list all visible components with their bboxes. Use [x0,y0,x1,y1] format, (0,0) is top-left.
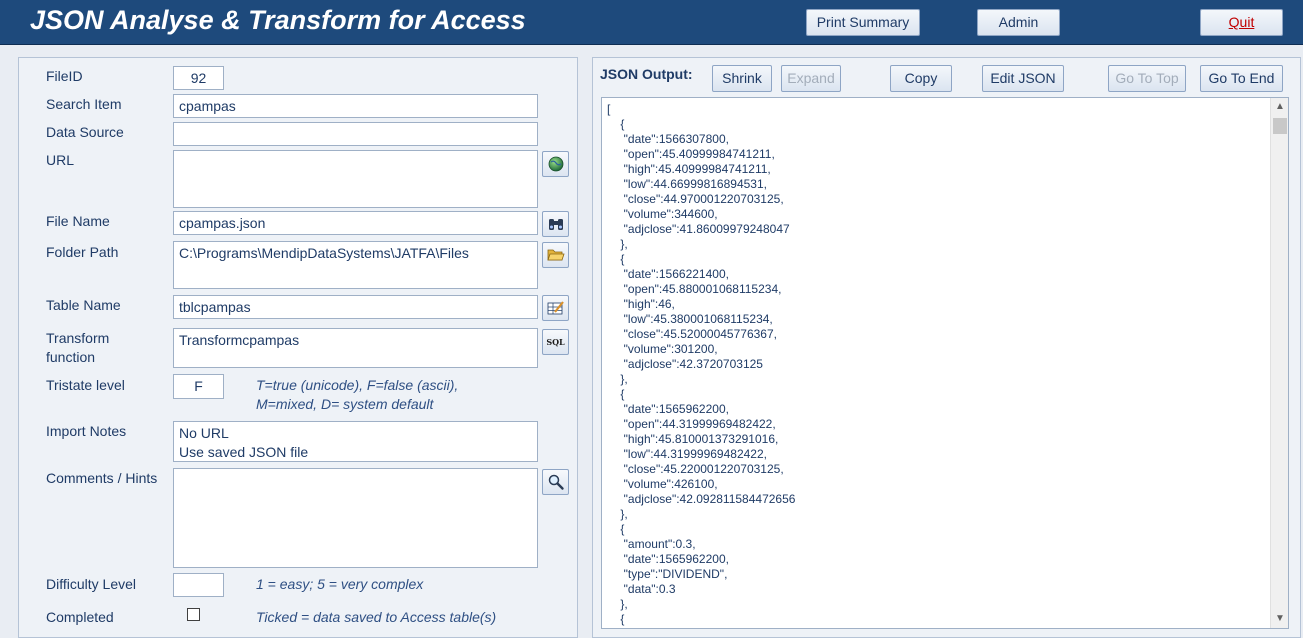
browse-folder-button[interactable] [542,242,569,268]
comments-label: Comments / Hints [46,470,158,486]
search-item-field[interactable]: cpampas [173,94,538,118]
table-edit-icon [547,301,564,315]
folder-path-label: Folder Path [46,244,119,260]
json-scrollbar[interactable]: ▲ ▼ [1270,98,1288,628]
globe-icon [548,156,563,172]
file-id-label: FileID [46,68,83,84]
tristate-hint: T=true (unicode), F=false (ascii), M=mix… [256,377,459,412]
copy-button[interactable]: Copy [890,65,952,92]
admin-button[interactable]: Admin [977,9,1060,36]
difficulty-label: Difficulty Level [46,576,137,592]
binoculars-icon [548,219,563,230]
file-id-field[interactable]: 92 [173,66,224,90]
scroll-down-arrow-icon[interactable]: ▼ [1275,614,1285,624]
sql-icon: SQL [546,337,565,347]
difficulty-hint: 1 = easy; 5 = very complex [256,576,424,592]
print-summary-button[interactable]: Print Summary [806,9,920,36]
go-to-end-button[interactable]: Go To End [1200,65,1283,92]
data-source-field[interactable] [173,122,538,146]
edit-json-button[interactable]: Edit JSON [982,65,1064,92]
file-name-label: File Name [46,213,110,229]
completed-hint: Ticked = data saved to Access table(s) [256,609,497,625]
magnifier-icon [548,474,564,490]
browse-file-button[interactable] [542,211,569,237]
title-bar: JSON Analyse & Transform for Access Prin… [0,0,1303,45]
import-notes-label: Import Notes [46,423,127,439]
shrink-button[interactable]: Shrink [712,65,772,92]
url-field[interactable] [173,150,538,208]
json-output-text: [ { "date":1566307800, "open":45.4099998… [607,102,796,626]
zoom-comments-button[interactable] [542,469,569,495]
scroll-thumb[interactable] [1273,118,1287,134]
transform-function-field[interactable]: Transformcpampas [173,328,538,368]
table-edit-button[interactable] [542,295,569,321]
search-item-label: Search Item [46,96,122,112]
tristate-label: Tristate level [46,377,125,393]
sql-button[interactable]: SQL [542,329,569,355]
url-label: URL [46,152,75,168]
app-title: JSON Analyse & Transform for Access [30,5,526,35]
folder-open-icon [546,249,565,261]
file-name-field[interactable]: cpampas.json [173,211,538,235]
tristate-field[interactable]: F [173,374,224,399]
folder-path-field[interactable]: C:\Programs\MendipDataSystems\JATFA\File… [173,241,538,289]
comments-field[interactable] [173,468,538,568]
transform-function-label: Transform function [46,330,110,365]
table-name-field[interactable]: tblcpampas [173,295,538,319]
globe-button[interactable] [542,151,569,177]
data-source-label: Data Source [46,124,124,140]
quit-button[interactable]: Quit [1200,9,1283,36]
json-output-textbox[interactable]: [ { "date":1566307800, "open":45.4099998… [601,97,1289,629]
json-output-title: JSON Output: [600,66,693,82]
completed-checkbox[interactable] [187,608,200,621]
table-name-label: Table Name [46,297,121,313]
scroll-up-arrow-icon[interactable]: ▲ [1275,102,1285,112]
completed-label: Completed [46,609,114,625]
difficulty-field[interactable] [173,573,224,597]
expand-button[interactable]: Expand [781,65,841,92]
go-to-top-button[interactable]: Go To Top [1108,65,1186,92]
import-notes-field[interactable]: No URL Use saved JSON file [173,421,538,462]
